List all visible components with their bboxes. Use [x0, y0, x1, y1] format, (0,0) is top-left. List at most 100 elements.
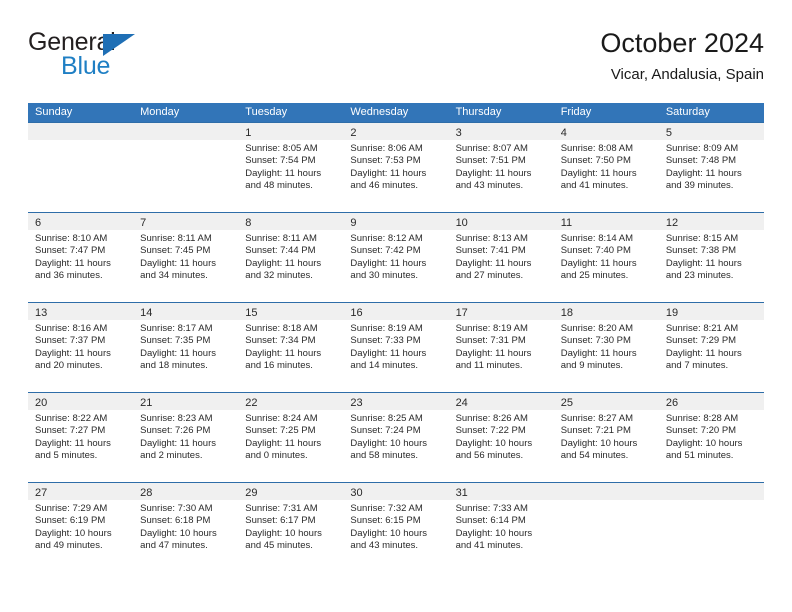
day-cell[interactable]: 30 Sunrise: 7:32 AM Sunset: 6:15 PM Dayl… [343, 483, 449, 572]
day-cell[interactable]: 29 Sunrise: 7:31 AM Sunset: 6:17 PM Dayl… [238, 483, 344, 572]
daylight-text-line1: Daylight: 11 hours [245, 257, 322, 269]
day-cell[interactable]: 6 Sunrise: 8:10 AM Sunset: 7:47 PM Dayli… [28, 213, 134, 302]
day-cell[interactable]: 14 Sunrise: 8:17 AM Sunset: 7:35 PM Dayl… [133, 303, 239, 392]
day-cell[interactable]: 10 Sunrise: 8:13 AM Sunset: 7:41 PM Dayl… [448, 213, 554, 302]
day-cell[interactable]: 4 Sunrise: 8:08 AM Sunset: 7:50 PM Dayli… [553, 123, 659, 212]
day-cell[interactable]: 23 Sunrise: 8:25 AM Sunset: 7:24 PM Dayl… [343, 393, 449, 482]
daylight-text-line1: Daylight: 10 hours [350, 437, 427, 449]
sunset-text: Sunset: 6:17 PM [245, 515, 316, 527]
weekday-header-thursday: Thursday [455, 106, 502, 118]
daylight-text-line2: and 51 minutes. [665, 450, 734, 462]
calendar-page: General Blue October 2024 Vicar, Andalus… [0, 0, 792, 612]
day-cell[interactable]: 8 Sunrise: 8:11 AM Sunset: 7:44 PM Dayli… [238, 213, 344, 302]
daylight-text-line2: and 43 minutes. [455, 180, 524, 192]
day-details: Sunrise: 7:32 AM Sunset: 6:15 PM Dayligh… [343, 500, 448, 553]
sunset-text: Sunset: 7:24 PM [350, 425, 421, 437]
day-details: Sunrise: 8:12 AM Sunset: 7:42 PM Dayligh… [343, 230, 448, 283]
week-row: 13 Sunrise: 8:16 AM Sunset: 7:37 PM Dayl… [28, 302, 764, 392]
brand-logo[interactable]: General Blue [28, 26, 278, 88]
sunrise-text: Sunrise: 7:31 AM [245, 503, 318, 514]
day-number: 17 [455, 307, 468, 319]
day-cell[interactable]: 24 Sunrise: 8:26 AM Sunset: 7:22 PM Dayl… [448, 393, 554, 482]
day-cell[interactable]: 22 Sunrise: 8:24 AM Sunset: 7:25 PM Dayl… [238, 393, 344, 482]
sunrise-text: Sunrise: 8:27 AM [560, 413, 634, 424]
daylight-text-line1: Daylight: 11 hours [560, 257, 637, 269]
day-cell[interactable] [133, 123, 239, 212]
day-number-band: 14 [133, 303, 239, 320]
day-details: Sunrise: 8:25 AM Sunset: 7:24 PM Dayligh… [343, 410, 448, 463]
day-cell[interactable]: 11 Sunrise: 8:14 AM Sunset: 7:40 PM Dayl… [553, 213, 659, 302]
day-number: 11 [560, 217, 573, 229]
day-details: Sunrise: 8:14 AM Sunset: 7:40 PM Dayligh… [554, 230, 659, 283]
day-cell[interactable]: 16 Sunrise: 8:19 AM Sunset: 7:33 PM Dayl… [343, 303, 449, 392]
day-cell[interactable]: 17 Sunrise: 8:19 AM Sunset: 7:31 PM Dayl… [448, 303, 554, 392]
day-cell[interactable]: 26 Sunrise: 8:28 AM Sunset: 7:20 PM Dayl… [658, 393, 764, 482]
day-number: 15 [245, 307, 258, 319]
sunset-text: Sunset: 7:30 PM [560, 335, 631, 347]
sunset-text: Sunset: 7:50 PM [560, 155, 631, 167]
day-number: 7 [140, 217, 147, 229]
day-number-band: 12 [658, 213, 764, 230]
sunrise-text: Sunrise: 8:07 AM [455, 143, 528, 154]
daylight-text-line2: and 11 minutes. [455, 360, 523, 372]
day-number-band: 10 [448, 213, 554, 230]
day-number-band: 17 [448, 303, 554, 320]
daylight-text-line2: and 18 minutes. [140, 360, 208, 372]
day-cell[interactable]: 9 Sunrise: 8:12 AM Sunset: 7:42 PM Dayli… [343, 213, 449, 302]
day-number-band: 1 [238, 123, 344, 140]
day-cell[interactable]: 1 Sunrise: 8:05 AM Sunset: 7:54 PM Dayli… [238, 123, 344, 212]
day-cell[interactable]: 18 Sunrise: 8:20 AM Sunset: 7:30 PM Dayl… [553, 303, 659, 392]
day-cell[interactable] [28, 123, 134, 212]
day-number: 22 [245, 397, 258, 409]
day-cell[interactable]: 31 Sunrise: 7:33 AM Sunset: 6:14 PM Dayl… [448, 483, 554, 572]
day-details: Sunrise: 8:11 AM Sunset: 7:44 PM Dayligh… [238, 230, 343, 283]
day-cell[interactable]: 2 Sunrise: 8:06 AM Sunset: 7:53 PM Dayli… [343, 123, 449, 212]
day-cell[interactable]: 5 Sunrise: 8:09 AM Sunset: 7:48 PM Dayli… [658, 123, 764, 212]
day-number: 26 [665, 397, 679, 409]
day-cell[interactable]: 15 Sunrise: 8:18 AM Sunset: 7:34 PM Dayl… [238, 303, 344, 392]
daylight-text-line2: and 39 minutes. [665, 180, 734, 192]
sunrise-text: Sunrise: 8:25 AM [350, 413, 423, 424]
day-number: 18 [560, 307, 573, 319]
daylight-text-line1: Daylight: 10 hours [350, 527, 427, 539]
sunrise-text: Sunrise: 8:11 AM [140, 233, 212, 244]
day-details: Sunrise: 8:09 AM Sunset: 7:48 PM Dayligh… [659, 140, 764, 193]
sunset-text: Sunset: 7:33 PM [350, 335, 421, 347]
sunset-text: Sunset: 7:22 PM [455, 425, 526, 437]
day-number-band [553, 483, 659, 500]
day-details: Sunrise: 8:21 AM Sunset: 7:29 PM Dayligh… [659, 320, 764, 373]
day-cell[interactable]: 20 Sunrise: 8:22 AM Sunset: 7:27 PM Dayl… [28, 393, 134, 482]
daylight-text-line1: Daylight: 11 hours [455, 347, 532, 359]
day-cell[interactable]: 25 Sunrise: 8:27 AM Sunset: 7:21 PM Dayl… [553, 393, 659, 482]
day-number-band [658, 483, 764, 500]
day-cell[interactable]: 27 Sunrise: 7:29 AM Sunset: 6:19 PM Dayl… [28, 483, 134, 572]
weekday-header-monday: Monday [140, 106, 180, 118]
sunset-text: Sunset: 7:26 PM [140, 425, 211, 437]
daylight-text-line2: and 5 minutes. [35, 450, 98, 462]
day-cell[interactable] [658, 483, 764, 572]
daylight-text-line1: Daylight: 11 hours [35, 437, 111, 449]
day-number-band: 7 [133, 213, 239, 230]
day-cell[interactable]: 3 Sunrise: 8:07 AM Sunset: 7:51 PM Dayli… [448, 123, 554, 212]
daylight-text-line1: Daylight: 11 hours [665, 257, 742, 269]
day-number: 28 [140, 487, 153, 499]
sunset-text: Sunset: 7:27 PM [35, 425, 106, 437]
day-details [659, 500, 764, 503]
day-cell[interactable]: 13 Sunrise: 8:16 AM Sunset: 7:37 PM Dayl… [28, 303, 134, 392]
sunrise-text: Sunrise: 8:21 AM [665, 323, 739, 334]
sunset-text: Sunset: 7:21 PM [560, 425, 631, 437]
day-number: 25 [560, 397, 573, 409]
daylight-text-line1: Daylight: 10 hours [140, 527, 217, 539]
day-cell[interactable]: 12 Sunrise: 8:15 AM Sunset: 7:38 PM Dayl… [658, 213, 764, 302]
weekday-header-saturday: Saturday [665, 106, 710, 118]
day-cell[interactable]: 7 Sunrise: 8:11 AM Sunset: 7:45 PM Dayli… [133, 213, 239, 302]
day-cell[interactable]: 21 Sunrise: 8:23 AM Sunset: 7:26 PM Dayl… [133, 393, 239, 482]
day-details: Sunrise: 8:22 AM Sunset: 7:27 PM Dayligh… [28, 410, 133, 463]
day-details: Sunrise: 8:17 AM Sunset: 7:35 PM Dayligh… [133, 320, 238, 373]
sunset-text: Sunset: 7:40 PM [560, 245, 631, 257]
day-details: Sunrise: 8:18 AM Sunset: 7:34 PM Dayligh… [238, 320, 343, 373]
day-cell[interactable]: 19 Sunrise: 8:21 AM Sunset: 7:29 PM Dayl… [658, 303, 764, 392]
calendar-grid: Sunday Monday Tuesday Wednesday Thursday… [28, 103, 764, 572]
day-cell[interactable] [553, 483, 659, 572]
day-cell[interactable]: 28 Sunrise: 7:30 AM Sunset: 6:18 PM Dayl… [133, 483, 239, 572]
